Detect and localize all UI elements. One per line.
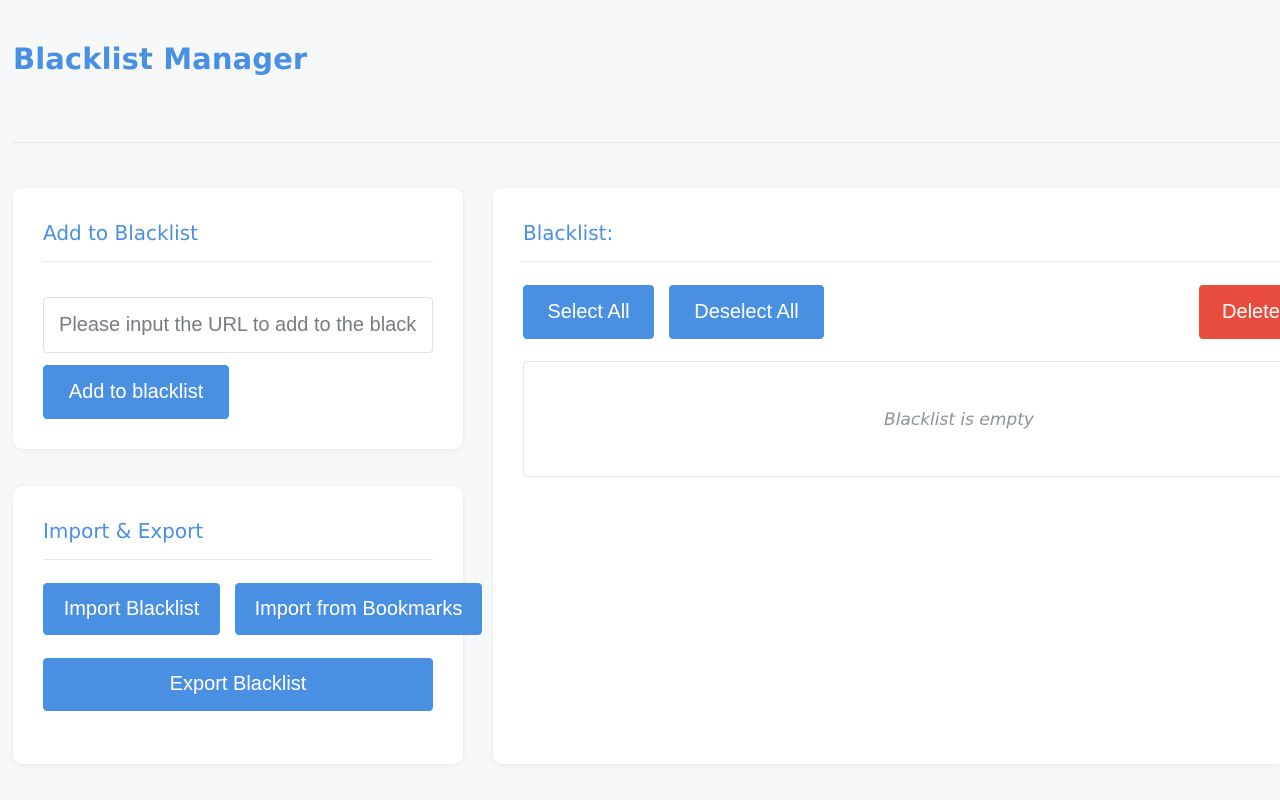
import-export-card-divider xyxy=(43,559,433,560)
add-to-blacklist-card: Add to Blacklist Add to blacklist xyxy=(13,188,463,449)
deselect-all-button[interactable]: Deselect All xyxy=(669,285,824,339)
select-all-button[interactable]: Select All xyxy=(523,285,654,339)
add-card-title: Add to Blacklist xyxy=(43,221,198,245)
import-export-card-title: Import & Export xyxy=(43,519,204,543)
blacklist-manager-page: Blacklist Manager Add to Blacklist Add t… xyxy=(0,0,1280,800)
header-divider xyxy=(13,142,1280,143)
add-card-divider xyxy=(43,261,433,262)
import-export-card: Import & Export Import Blacklist Import … xyxy=(13,486,482,764)
url-input[interactable] xyxy=(43,297,433,353)
import-blacklist-button[interactable]: Import Blacklist xyxy=(43,583,220,635)
import-from-bookmarks-button[interactable]: Import from Bookmarks xyxy=(235,583,482,635)
add-to-blacklist-button[interactable]: Add to blacklist xyxy=(43,365,229,419)
page-title: Blacklist Manager xyxy=(13,42,308,76)
blacklist-card: Blacklist: Select All Deselect All Delet… xyxy=(493,188,1280,764)
delete-button[interactable]: Delete xyxy=(1199,285,1280,339)
blacklist-list: Blacklist is empty xyxy=(523,361,1280,477)
blacklist-card-title: Blacklist: xyxy=(523,221,614,245)
empty-message: Blacklist is empty xyxy=(884,410,1034,430)
export-blacklist-button[interactable]: Export Blacklist xyxy=(43,658,433,711)
blacklist-card-divider xyxy=(521,261,1280,262)
